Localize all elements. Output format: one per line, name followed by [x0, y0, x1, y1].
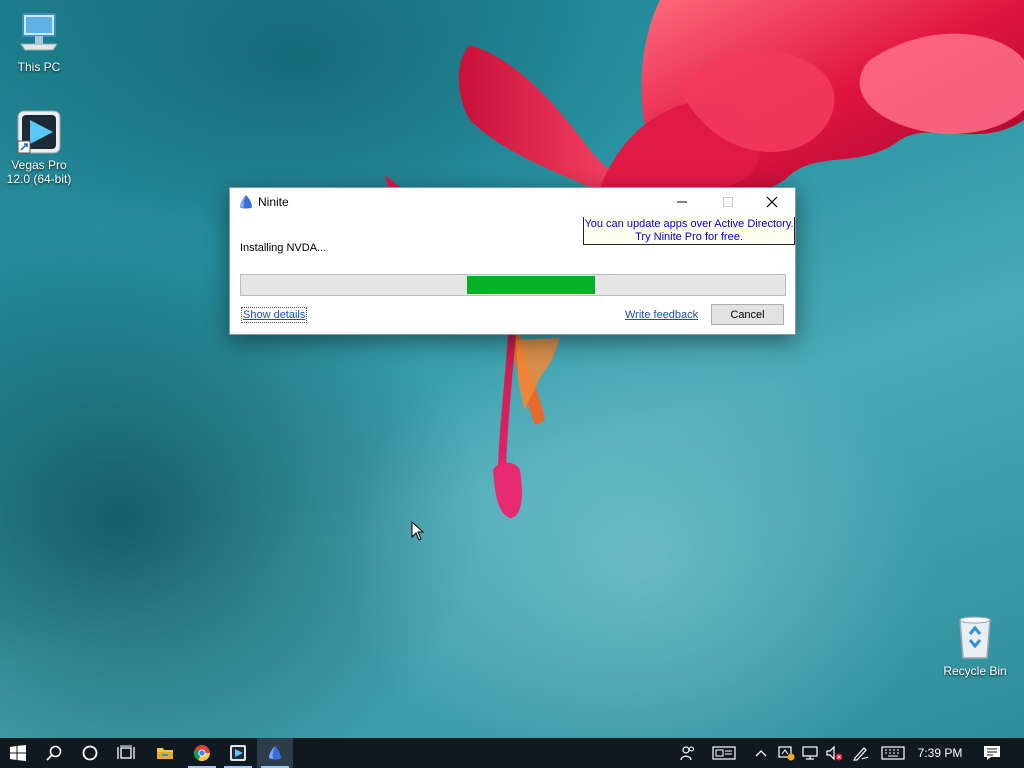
- show-hidden-icons-button[interactable]: [751, 738, 771, 768]
- mouse-cursor-icon: [411, 521, 425, 541]
- chrome-icon: [193, 745, 210, 762]
- write-feedback-link[interactable]: Write feedback: [625, 309, 698, 321]
- cortana-button[interactable]: [72, 738, 108, 768]
- start-icon: [10, 745, 26, 761]
- ninite-icon: [240, 195, 252, 209]
- network-warning-icon: [778, 746, 795, 761]
- network-warning-button[interactable]: [775, 738, 797, 768]
- keyboard-icon: [881, 746, 905, 760]
- promo-line-2: Try Ninite Pro for free.: [635, 231, 743, 243]
- ninite-window: Ninite You can update apps over Active D…: [229, 187, 796, 335]
- cancel-button[interactable]: Cancel: [711, 304, 784, 325]
- ninite-icon: [269, 746, 281, 760]
- ninite-pro-promo[interactable]: You can update apps over Active Director…: [583, 217, 795, 245]
- network-icon: [802, 746, 818, 760]
- search-button[interactable]: [36, 738, 72, 768]
- this-pc-icon: [15, 10, 63, 58]
- taskbar-clock[interactable]: 7:39 PM: [912, 738, 968, 768]
- promo-line-1: You can update apps over Active Director…: [584, 218, 794, 230]
- search-icon: [46, 745, 62, 761]
- show-details-link[interactable]: Show details: [240, 307, 308, 323]
- vegas-pro-icon: [15, 108, 63, 156]
- task-view-button[interactable]: [108, 738, 144, 768]
- progress-fill: [467, 276, 595, 294]
- cortana-icon: [82, 745, 98, 761]
- close-icon: [766, 196, 778, 208]
- action-center-icon: [984, 746, 1000, 760]
- taskbar-chrome[interactable]: [184, 738, 220, 768]
- maximize-button: [705, 188, 751, 216]
- desktop-icon-label: This PC: [17, 60, 61, 74]
- pen-icon: [853, 747, 869, 761]
- task-view-icon: [117, 745, 135, 759]
- minimize-icon: [677, 201, 687, 203]
- recycle-bin-icon: [951, 614, 999, 662]
- start-button[interactable]: [0, 738, 36, 768]
- taskbar-file-explorer[interactable]: [147, 738, 183, 768]
- close-button[interactable]: [749, 188, 795, 216]
- title-bar[interactable]: Ninite: [230, 188, 795, 216]
- network-button[interactable]: [799, 738, 821, 768]
- chevron-up-icon: [755, 750, 767, 757]
- news-button[interactable]: [708, 738, 740, 768]
- desktop-icon-label: Recycle Bin: [943, 664, 1007, 678]
- vegas-pro-icon: [230, 745, 246, 761]
- desktop-icon-recycle-bin[interactable]: Recycle Bin: [937, 614, 1013, 678]
- pen-workspace-button[interactable]: [850, 738, 872, 768]
- install-status: Installing NVDA...: [240, 242, 327, 254]
- desktop-icon-vegas-pro[interactable]: Vegas Pro 12.0 (64-bit): [1, 108, 77, 186]
- touch-keyboard-button[interactable]: [879, 738, 907, 768]
- volume-muted-icon: [826, 745, 843, 761]
- action-center-button[interactable]: [978, 738, 1006, 768]
- wallpaper-flower: [385, 0, 1024, 518]
- news-icon: [712, 746, 736, 760]
- taskbar-vegas-pro[interactable]: [220, 738, 256, 768]
- progress-bar: [240, 274, 786, 296]
- desktop: This PC Vegas Pro 12.0 (64-bit) Recycle …: [0, 0, 1024, 738]
- volume-button[interactable]: [823, 738, 845, 768]
- file-explorer-icon: [157, 748, 173, 759]
- taskbar: 7:39 PM: [0, 738, 1024, 768]
- minimize-button[interactable]: [659, 188, 705, 216]
- maximize-icon: [723, 197, 733, 207]
- people-icon: [680, 746, 694, 761]
- taskbar-ninite[interactable]: [257, 738, 293, 768]
- people-button[interactable]: [676, 738, 700, 768]
- window-title: Ninite: [258, 195, 289, 209]
- desktop-icon-label: Vegas Pro 12.0 (64-bit): [6, 158, 72, 186]
- desktop-icon-this-pc[interactable]: This PC: [1, 10, 77, 74]
